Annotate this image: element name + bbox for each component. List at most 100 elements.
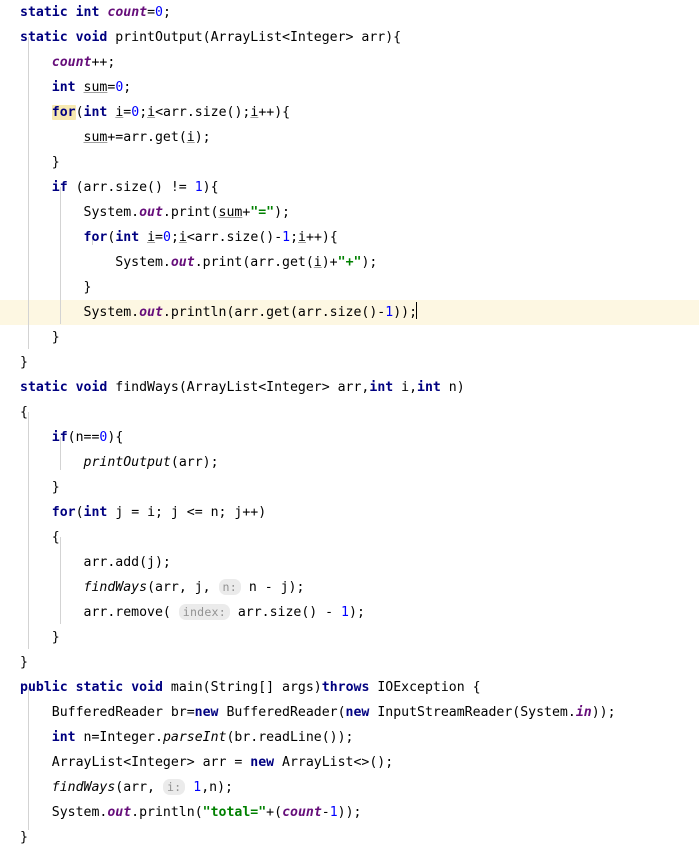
code-token: IOException {	[369, 680, 481, 695]
code-line[interactable]: static void printOutput(ArrayList<Intege…	[20, 25, 699, 50]
code-line[interactable]: if(n==0){	[20, 425, 699, 450]
code-line[interactable]: BufferedReader br=new BufferedReader(new…	[20, 700, 699, 725]
code-token: "="	[250, 205, 275, 220]
code-token: 0	[163, 230, 171, 245]
code-token: static	[20, 5, 68, 20]
code-line[interactable]: if (arr.size() != 1){	[20, 175, 699, 200]
code-line[interactable]: System.out.println("total="+(count-1));	[20, 800, 699, 825]
code-line[interactable]: }	[20, 650, 699, 675]
code-content[interactable]: static int count=0; static void printOutp…	[0, 0, 699, 850]
code-token: int	[51, 730, 76, 745]
code-token: );	[349, 605, 365, 620]
code-line[interactable]: System.out.print(arr.get(i)+"+");	[20, 250, 699, 275]
code-line[interactable]: }	[20, 275, 699, 300]
code-token: sum	[83, 130, 108, 145]
code-token: findWays	[51, 780, 116, 795]
code-token: }	[20, 355, 28, 370]
code-token: count	[282, 805, 322, 820]
code-token: ;	[162, 5, 171, 20]
code-line[interactable]: arr.add(j);	[20, 550, 699, 575]
code-line[interactable]: static void findWays(ArrayList<Integer> …	[20, 375, 699, 400]
code-token: "+"	[337, 255, 362, 270]
code-line[interactable]: ArrayList<Integer> arr = new ArrayList<>…	[20, 750, 699, 775]
code-line[interactable]: }	[20, 325, 699, 350]
code-token: void	[131, 680, 163, 695]
code-line[interactable]: }	[20, 150, 699, 175]
code-token: 0	[131, 105, 140, 120]
code-token: 1	[341, 605, 349, 620]
code-token: out	[139, 305, 163, 320]
code-token: void	[75, 380, 108, 395]
code-token: 0	[155, 5, 163, 20]
code-token: <arr.size()-	[186, 230, 283, 245]
inlay-parameter-hint[interactable]: index:	[178, 604, 230, 620]
code-line[interactable]: System.out.print(sum+"=");	[20, 200, 699, 225]
code-token: i	[147, 230, 156, 245]
code-token: (	[75, 105, 84, 120]
code-token: int	[83, 105, 108, 120]
code-token: static	[20, 30, 68, 45]
code-token: System.	[20, 205, 140, 220]
code-line[interactable]: }	[20, 825, 699, 850]
code-token: i	[298, 230, 306, 245]
code-line[interactable]: {	[20, 525, 699, 550]
code-token: 1	[194, 180, 203, 195]
code-token: {	[20, 530, 60, 545]
inlay-parameter-hint[interactable]: n:	[218, 579, 241, 595]
code-line[interactable]: count++;	[20, 50, 699, 75]
code-token: j = i; j <= n; j++)	[107, 505, 267, 520]
code-token: parseInt	[162, 730, 227, 745]
code-token: ;	[123, 80, 132, 95]
code-token: }	[20, 155, 60, 170]
code-line[interactable]: findWays(arr, i: 1,n);	[20, 775, 699, 800]
code-token: 1	[282, 230, 291, 245]
code-line[interactable]: for(int i=0;i<arr.size()-1;i++){	[20, 225, 699, 250]
code-token: arr.size() -	[229, 605, 342, 620]
code-token: (arr.size() !=	[67, 180, 195, 195]
code-token: out	[107, 805, 132, 820]
code-line[interactable]: sum+=arr.get(i);	[20, 125, 699, 150]
code-token: ,n);	[201, 780, 233, 795]
inlay-parameter-hint[interactable]: i:	[162, 779, 186, 795]
code-line[interactable]: {	[20, 400, 699, 425]
code-line[interactable]: int sum=0;	[20, 75, 699, 100]
code-line[interactable]: int n=Integer.parseInt(br.readLine());	[20, 725, 699, 750]
code-token: System.	[20, 255, 171, 270]
code-token: BufferedReader(	[218, 705, 346, 720]
code-line[interactable]: findWays(arr, j, n: n - j);	[20, 575, 699, 600]
code-token: void	[75, 30, 108, 45]
code-line[interactable]: printOutput(arr);	[20, 450, 699, 475]
code-token: InputStreamReader(System.	[369, 705, 576, 720]
code-line[interactable]: }	[20, 350, 699, 375]
code-token: sum	[218, 205, 243, 220]
code-line[interactable]: for(int i=0;i<arr.size();i++){	[20, 100, 699, 125]
code-token: ));	[591, 705, 616, 720]
code-token: int	[51, 80, 76, 95]
code-line[interactable]: arr.remove( index: arr.size() - 1);	[20, 600, 699, 625]
code-token: if	[51, 180, 68, 195]
code-line[interactable]: static int count=0;	[20, 0, 699, 25]
code-token: int	[83, 505, 108, 520]
code-editor[interactable]: static int count=0; static void printOutp…	[0, 0, 699, 845]
code-token: 1	[385, 305, 394, 320]
code-token: {	[20, 405, 28, 420]
code-line[interactable]: for(int j = i; j <= n; j++)	[20, 500, 699, 525]
code-line[interactable]: public static void main(String[] args)th…	[20, 675, 699, 700]
code-line[interactable]: System.out.println(arr.get(arr.size()-1)…	[20, 300, 699, 325]
code-line[interactable]: }	[20, 475, 699, 500]
code-line[interactable]: }	[20, 625, 699, 650]
code-token: (br.readLine());	[226, 730, 354, 745]
code-token: new	[194, 705, 219, 720]
code-token: public	[20, 680, 68, 695]
